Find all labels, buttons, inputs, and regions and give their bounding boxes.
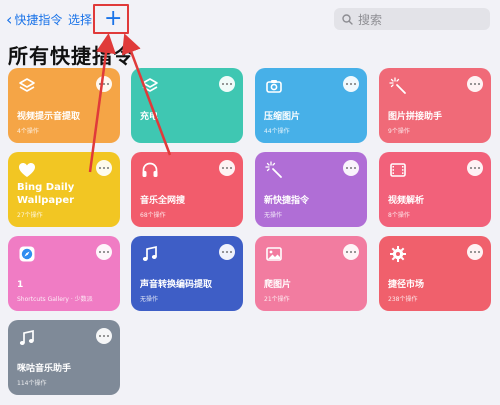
back-button[interactable]: ‹ 快捷指令 (6, 11, 62, 28)
more-button[interactable] (96, 328, 112, 344)
shortcut-card[interactable]: 咪咕音乐助手 114个操作 (8, 320, 120, 395)
navigation-bar: ‹ 快捷指令 选择 + 搜索 (0, 0, 500, 38)
shortcut-card[interactable]: 新快捷指令 无操作 (255, 152, 367, 227)
card-title: 充电 (140, 112, 159, 122)
card-action-count: Shortcuts Gallery · 少数派 (17, 296, 93, 303)
card-title: 图片拼接助手 (388, 112, 443, 122)
annotation-highlight-box: + (93, 4, 129, 34)
card-title: 压缩图片 (264, 112, 301, 122)
card-action-count: 238个操作 (388, 296, 418, 303)
card-title: 咪咕音乐助手 (17, 364, 72, 374)
card-title: 新快捷指令 (264, 196, 310, 206)
card-action-count: 114个操作 (17, 380, 47, 387)
card-action-count: 68个操作 (140, 212, 166, 219)
more-button[interactable] (467, 160, 483, 176)
search-field[interactable]: 搜索 (334, 8, 490, 30)
card-title: 1 (17, 280, 24, 290)
card-action-count: 9个操作 (388, 128, 410, 135)
more-button[interactable] (343, 76, 359, 92)
shortcut-card[interactable]: 视频提示音提取 4个操作 (8, 68, 120, 143)
shortcut-card[interactable]: 视频解析 8个操作 (379, 152, 491, 227)
more-button[interactable] (343, 160, 359, 176)
headphones-icon (140, 160, 160, 180)
card-action-count: 44个操作 (264, 128, 290, 135)
more-button[interactable] (219, 244, 235, 260)
film-icon (388, 160, 408, 180)
heart-icon (17, 160, 37, 180)
search-icon (342, 13, 353, 25)
shortcut-card[interactable]: 爬图片 21个操作 (255, 236, 367, 311)
magic-wand-icon (264, 160, 284, 180)
card-title: 视频解析 (388, 196, 425, 206)
card-title: 声音转换编码提取 (140, 280, 213, 290)
layers-icon (17, 76, 37, 96)
card-action-count: 4个操作 (17, 128, 39, 135)
shortcut-card[interactable]: 音乐全网搜 68个操作 (131, 152, 243, 227)
card-title: Bing Daily Wallpaper (17, 182, 75, 206)
chevron-left-icon: ‹ (6, 9, 13, 29)
more-button[interactable] (96, 160, 112, 176)
card-title: 音乐全网搜 (140, 196, 186, 206)
card-title: 视频提示音提取 (17, 112, 81, 122)
card-action-count: 27个操作 (17, 212, 43, 219)
back-label: 快捷指令 (14, 13, 63, 27)
shortcut-card[interactable]: Bing Daily Wallpaper 27个操作 (8, 152, 120, 227)
more-button[interactable] (467, 76, 483, 92)
music-note-icon (140, 244, 160, 264)
more-button[interactable] (96, 76, 112, 92)
add-shortcut-button[interactable]: + (104, 7, 122, 31)
more-button[interactable] (219, 76, 235, 92)
search-placeholder: 搜索 (358, 12, 383, 27)
layers-icon (140, 76, 160, 96)
page-title: 所有快捷指令 (8, 44, 134, 68)
card-action-count: 无操作 (140, 296, 159, 303)
shortcut-card[interactable]: 充电 (131, 68, 243, 143)
shortcut-card[interactable]: 图片拼接助手 9个操作 (379, 68, 491, 143)
more-button[interactable] (96, 244, 112, 260)
music-note-icon (17, 328, 37, 348)
photo-icon (264, 244, 284, 264)
card-action-count: 8个操作 (388, 212, 410, 219)
more-button[interactable] (467, 244, 483, 260)
select-button[interactable]: 选择 (68, 11, 92, 28)
more-button[interactable] (219, 160, 235, 176)
card-title: 爬图片 (264, 280, 292, 290)
card-action-count: 无操作 (264, 212, 283, 219)
more-button[interactable] (343, 244, 359, 260)
card-title: 捷径市场 (388, 280, 425, 290)
safari-icon (17, 244, 37, 264)
shortcut-card[interactable]: 声音转换编码提取 无操作 (131, 236, 243, 311)
camera-icon (264, 76, 284, 96)
shortcut-card[interactable]: 捷径市场 238个操作 (379, 236, 491, 311)
shortcut-card[interactable]: 压缩图片 44个操作 (255, 68, 367, 143)
magic-wand-icon (388, 76, 408, 96)
card-action-count: 21个操作 (264, 296, 290, 303)
shortcut-card[interactable]: 1 Shortcuts Gallery · 少数派 (8, 236, 120, 311)
gear-icon (388, 244, 408, 264)
